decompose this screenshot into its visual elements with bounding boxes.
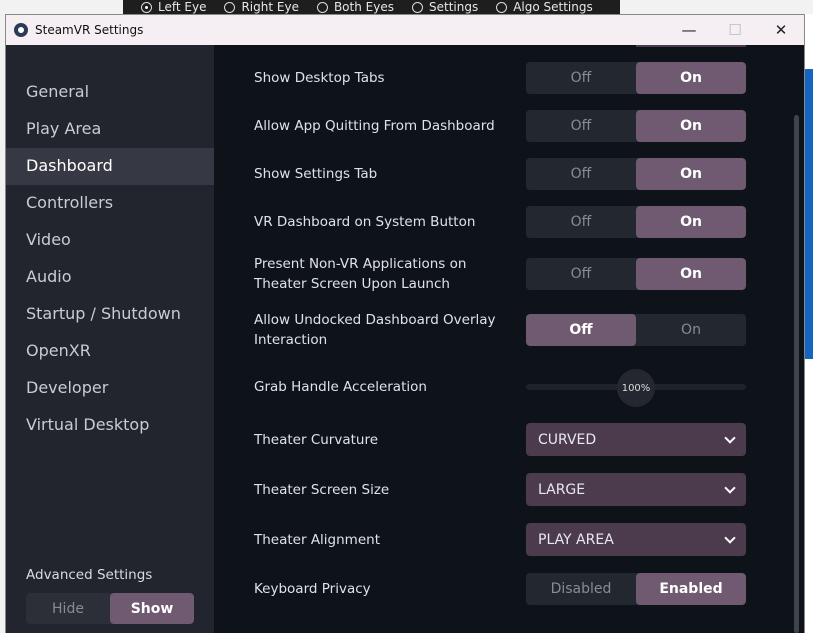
- scrollbar-thumb[interactable]: [794, 115, 799, 633]
- close-button[interactable]: ✕: [758, 21, 804, 39]
- setting-toggle: Off On: [526, 206, 746, 238]
- setting-toggle: Off On: [526, 110, 746, 142]
- sidebar-item-controllers[interactable]: Controllers: [6, 185, 214, 222]
- sidebar-item-openxr[interactable]: OpenXR: [6, 333, 214, 370]
- off-option[interactable]: Disabled: [526, 573, 636, 605]
- maximize-button[interactable]: ☐: [712, 21, 758, 39]
- theater-setting-row-label: Theater Curvature: [254, 431, 379, 448]
- dropdown-value: CURVED: [538, 431, 597, 448]
- sidebar-item-video[interactable]: Video: [6, 222, 214, 259]
- grab-handle-slider[interactable]: 100%: [526, 369, 746, 407]
- hide-option[interactable]: Hide: [26, 593, 110, 624]
- keyboard-privacy-toggle: Disabled Enabled: [526, 573, 746, 605]
- sidebar: General Play Area Dashboard Controllers Vide…: [6, 45, 214, 633]
- radio-label: Left Eye: [158, 0, 207, 14]
- window-title: SteamVR Settings: [35, 23, 144, 37]
- on-option[interactable]: On: [636, 314, 746, 346]
- sidebar-item-general[interactable]: General: [6, 74, 214, 111]
- radio-option[interactable]: Settings: [411, 0, 479, 14]
- setting-row-label: Allow App Quitting From Dashboard: [254, 118, 495, 134]
- radio-button-icon: [411, 1, 423, 13]
- theater-dropdown[interactable]: CURVED: [526, 423, 746, 456]
- sidebar-item-developer[interactable]: Developer: [6, 370, 214, 407]
- off-option[interactable]: Off: [526, 62, 636, 94]
- setting-row: VR Dashboard on System Button Off On: [254, 206, 746, 238]
- setting-row-label: VR Dashboard on System Button: [254, 214, 476, 230]
- radio-label: Algo Settings: [513, 0, 593, 14]
- radio-option[interactable]: Left Eye: [141, 0, 206, 14]
- setting-toggle: Off On: [526, 158, 746, 190]
- on-option[interactable]: On: [636, 158, 746, 190]
- setting-toggle: Off On: [526, 62, 746, 94]
- dropdown-value: LARGE: [538, 481, 586, 498]
- setting-row-label: Allow Undocked Dashboard Overlay Interac…: [254, 312, 496, 348]
- off-option[interactable]: Off: [526, 258, 636, 290]
- dropdown-value: PLAY AREA: [538, 531, 614, 548]
- setting-row: Allow App Quitting From Dashboard Off On: [254, 110, 746, 142]
- theater-setting-row-label: Theater Alignment: [254, 531, 380, 548]
- grab-handle-acceleration-label: Grab Handle Acceleration: [254, 379, 427, 395]
- on-option[interactable]: On: [636, 62, 746, 94]
- setting-row: Present Non-VR Applications on Theater S…: [254, 254, 746, 294]
- setting-toggle: Off On: [526, 258, 746, 290]
- keyboard-privacy-label: Keyboard Privacy: [254, 581, 371, 597]
- theater-dropdown[interactable]: LARGE: [526, 473, 746, 506]
- sidebar-item-startup-shutdown[interactable]: Startup / Shutdown: [6, 296, 214, 333]
- setting-toggle: Off On: [526, 314, 746, 346]
- desktop-background: [805, 14, 813, 633]
- eye-selector-bar: Left Eye Right Eye Both Eyes Settings Algo S…: [123, 0, 620, 14]
- radio-button-icon: [496, 1, 508, 13]
- theater-dropdown[interactable]: PLAY AREA: [526, 523, 746, 556]
- radio-button-icon: [316, 1, 328, 13]
- advanced-settings-toggle: Hide Show: [26, 593, 194, 624]
- off-option[interactable]: Off: [526, 158, 636, 190]
- chevron-down-icon: [724, 531, 736, 544]
- on-option[interactable]: On: [636, 258, 746, 290]
- radio-button-icon: [141, 1, 152, 13]
- radio-label: Right Eye: [241, 0, 299, 14]
- off-option[interactable]: Off: [526, 110, 636, 142]
- scrollbar[interactable]: [790, 45, 804, 633]
- advanced-settings-label: Advanced Settings: [26, 567, 153, 583]
- on-option[interactable]: On: [636, 206, 746, 238]
- off-option[interactable]: Off: [526, 314, 636, 346]
- setting-row: Show Settings Tab Off On: [254, 158, 746, 190]
- grab-handle-acceleration: Grab Handle Acceleration 100%: [254, 369, 746, 407]
- theater-setting-row: Theater Alignment PLAY AREA: [254, 523, 746, 556]
- minimize-button[interactable]: —: [666, 21, 712, 39]
- off-option[interactable]: Off: [526, 206, 636, 238]
- setting-row-label: Present Non-VR Applications on Theater S…: [254, 256, 467, 292]
- keyboard-privacy: Keyboard Privacy Disabled Enabled: [254, 573, 746, 605]
- setting-row-label: Show Desktop Tabs: [254, 70, 385, 86]
- setting-row: Allow Undocked Dashboard Overlay Interac…: [254, 310, 746, 350]
- on-option[interactable]: Enabled: [636, 573, 746, 605]
- chevron-down-icon: [724, 481, 736, 494]
- chevron-down-icon: [724, 431, 736, 444]
- show-option[interactable]: Show: [110, 593, 194, 624]
- radio-option[interactable]: Right Eye: [224, 0, 299, 14]
- slider-knob[interactable]: 100%: [617, 369, 655, 407]
- settings-panel: Show Desktop Tabs Off On Allow App Quitting…: [214, 45, 790, 633]
- setting-row: Show Desktop Tabs Off On: [254, 62, 746, 94]
- radio-button-icon: [224, 1, 236, 13]
- radio-label: Both Eyes: [333, 0, 394, 14]
- theater-setting-row: Theater Screen Size LARGE: [254, 473, 746, 506]
- radio-label: Settings: [428, 0, 479, 14]
- sidebar-item-virtual-desktop[interactable]: Virtual Desktop: [6, 407, 214, 444]
- sidebar-item-play-area[interactable]: Play Area: [6, 111, 214, 148]
- steamvr-logo-icon: [14, 23, 28, 37]
- on-option[interactable]: On: [636, 110, 746, 142]
- radio-option[interactable]: Algo Settings: [496, 0, 593, 14]
- sidebar-item-audio[interactable]: Audio: [6, 259, 214, 296]
- sidebar-item-dashboard[interactable]: Dashboard: [6, 148, 214, 185]
- theater-setting-row-label: Theater Screen Size: [254, 481, 390, 498]
- theater-setting-row: Theater Curvature CURVED: [254, 423, 746, 456]
- setting-row-label: Show Settings Tab: [254, 166, 378, 182]
- radio-option[interactable]: Both Eyes: [316, 0, 394, 14]
- title-bar: SteamVR Settings — ☐ ✕: [6, 15, 804, 45]
- steamvr-settings-window: SteamVR Settings — ☐ ✕ General Play Area D…: [5, 14, 805, 633]
